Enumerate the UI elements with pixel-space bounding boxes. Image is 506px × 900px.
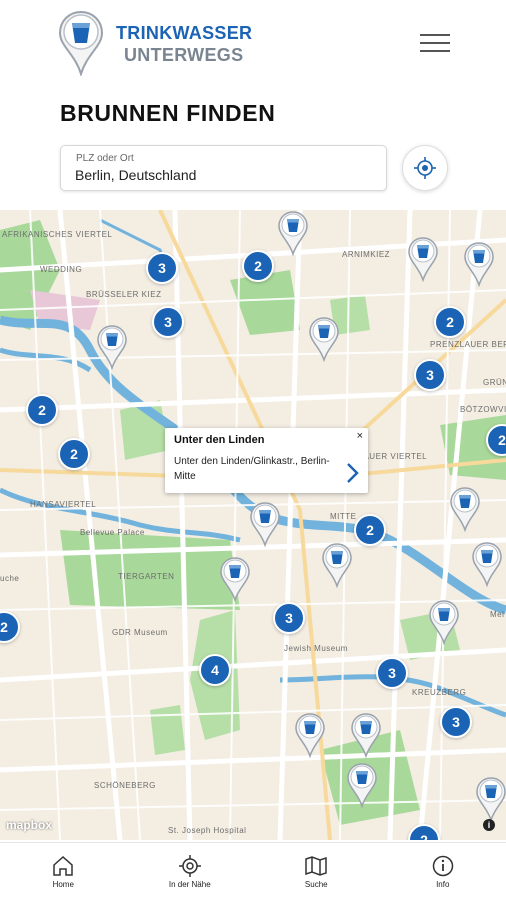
fountain-cluster-marker[interactable]: 3: [273, 602, 305, 634]
tab-label: In der Nähe: [168, 880, 211, 889]
fountain-pin-icon[interactable]: [471, 541, 503, 588]
logo-line-2: UNTERWEGS: [124, 45, 244, 65]
page-title: BRUNNEN FINDEN: [60, 100, 276, 126]
water-cup-logo-icon: [58, 10, 104, 76]
search-value[interactable]: Berlin, Deutschland: [75, 167, 196, 183]
tab-nearby[interactable]: In der Nähe: [127, 843, 254, 900]
fountain-pin-icon[interactable]: [277, 210, 309, 257]
fountain-cluster-marker[interactable]: 3: [440, 706, 472, 738]
map-label: SCHÖNEBERG: [94, 781, 156, 790]
map-label: Jewish Museum: [284, 644, 348, 653]
map-info-icon[interactable]: i: [483, 819, 495, 831]
app-logo-text: TRINKWASSER UNTERWEGS: [116, 22, 252, 66]
map-label: KREUZBERG: [412, 688, 467, 697]
fountain-cluster-marker[interactable]: 3: [414, 359, 446, 391]
fountain-cluster-marker[interactable]: 2: [26, 394, 58, 426]
map-view[interactable]: AFRIKANISCHES VIERTEL WEDDING BRÜSSELER …: [0, 210, 506, 840]
fountain-cluster-marker[interactable]: 2: [354, 514, 386, 546]
crosshair-icon: [414, 157, 436, 179]
crosshair-icon: [178, 855, 201, 877]
map-label: WEDDING: [40, 265, 83, 274]
fountain-pin-icon[interactable]: [321, 542, 353, 589]
map-label: uche: [0, 574, 20, 583]
fountain-pin-icon[interactable]: [475, 776, 506, 823]
map-label: GRÜN: [483, 378, 506, 387]
hamburger-menu-icon[interactable]: [420, 34, 450, 54]
tab-label: Info: [436, 880, 450, 889]
map-label: GDR Museum: [112, 628, 168, 637]
fountain-pin-icon[interactable]: [428, 599, 460, 646]
tab-search[interactable]: Suche: [253, 843, 380, 900]
locate-me-button[interactable]: [402, 145, 448, 191]
fountain-cluster-marker[interactable]: 2: [58, 438, 90, 470]
popup-title: Unter den Linden: [174, 434, 265, 446]
fountain-pin-icon[interactable]: [463, 241, 495, 288]
map-label: Mel: [490, 610, 505, 619]
info-icon: [432, 855, 453, 877]
map-label: MITTE: [330, 512, 357, 521]
map-icon: [305, 856, 327, 876]
fountain-pin-icon[interactable]: [96, 324, 128, 371]
tab-label: Home: [52, 880, 74, 889]
chevron-right-icon[interactable]: [346, 462, 360, 484]
fountain-cluster-marker[interactable]: 3: [376, 657, 408, 689]
fountain-pin-icon[interactable]: [219, 556, 251, 603]
map-label: BÖTZOWVIERTEL: [460, 405, 506, 414]
map-label: HANSAVIERTEL: [30, 500, 97, 509]
bottom-tab-bar: Home In der Nähe Suche Info: [0, 842, 506, 900]
location-search-input[interactable]: PLZ oder Ort Berlin, Deutschland: [60, 145, 387, 191]
search-label: PLZ oder Ort: [76, 153, 134, 164]
fountain-pin-icon[interactable]: [294, 712, 326, 759]
fountain-cluster-marker[interactable]: 2: [242, 250, 274, 282]
tab-info[interactable]: Info: [380, 843, 506, 900]
popup-close-icon[interactable]: ×: [357, 430, 363, 442]
tab-label: Suche: [304, 880, 328, 889]
logo-line-1: TRINKWASSER: [116, 23, 253, 43]
map-label: TIERGARTEN: [118, 572, 175, 581]
fountain-pin-icon[interactable]: [407, 236, 439, 283]
fountain-cluster-marker[interactable]: 3: [152, 306, 184, 338]
fountain-cluster-marker[interactable]: 3: [146, 252, 178, 284]
map-label: BRÜSSELER KIEZ: [86, 290, 162, 299]
fountain-pin-icon[interactable]: [308, 316, 340, 363]
map-label: Bellevue Palace: [80, 528, 145, 537]
fountain-pin-icon[interactable]: [249, 501, 281, 548]
app-header: TRINKWASSER UNTERWEGS: [0, 0, 506, 90]
tab-home[interactable]: Home: [0, 843, 127, 900]
fountain-cluster-marker[interactable]: 4: [199, 654, 231, 686]
home-icon: [53, 855, 73, 876]
fountain-cluster-marker[interactable]: 2: [434, 306, 466, 338]
map-label: PRENZLAUER BERG: [430, 340, 506, 349]
fountain-pin-icon[interactable]: [449, 486, 481, 533]
map-label: AFRIKANISCHES VIERTEL: [2, 230, 113, 239]
popup-address: Unter den Linden/Glinkastr., Berlin-Mitt…: [174, 456, 330, 482]
fountain-pin-icon[interactable]: [350, 712, 382, 759]
map-label: ARNIMKIEZ: [342, 250, 391, 259]
fountain-pin-icon[interactable]: [346, 762, 378, 809]
map-label: St. Joseph Hospital: [168, 826, 247, 835]
fountain-info-popup[interactable]: Unter den Linden × Unter den Linden/Glin…: [165, 428, 368, 493]
mapbox-attribution-logo[interactable]: mapbox: [6, 818, 52, 832]
